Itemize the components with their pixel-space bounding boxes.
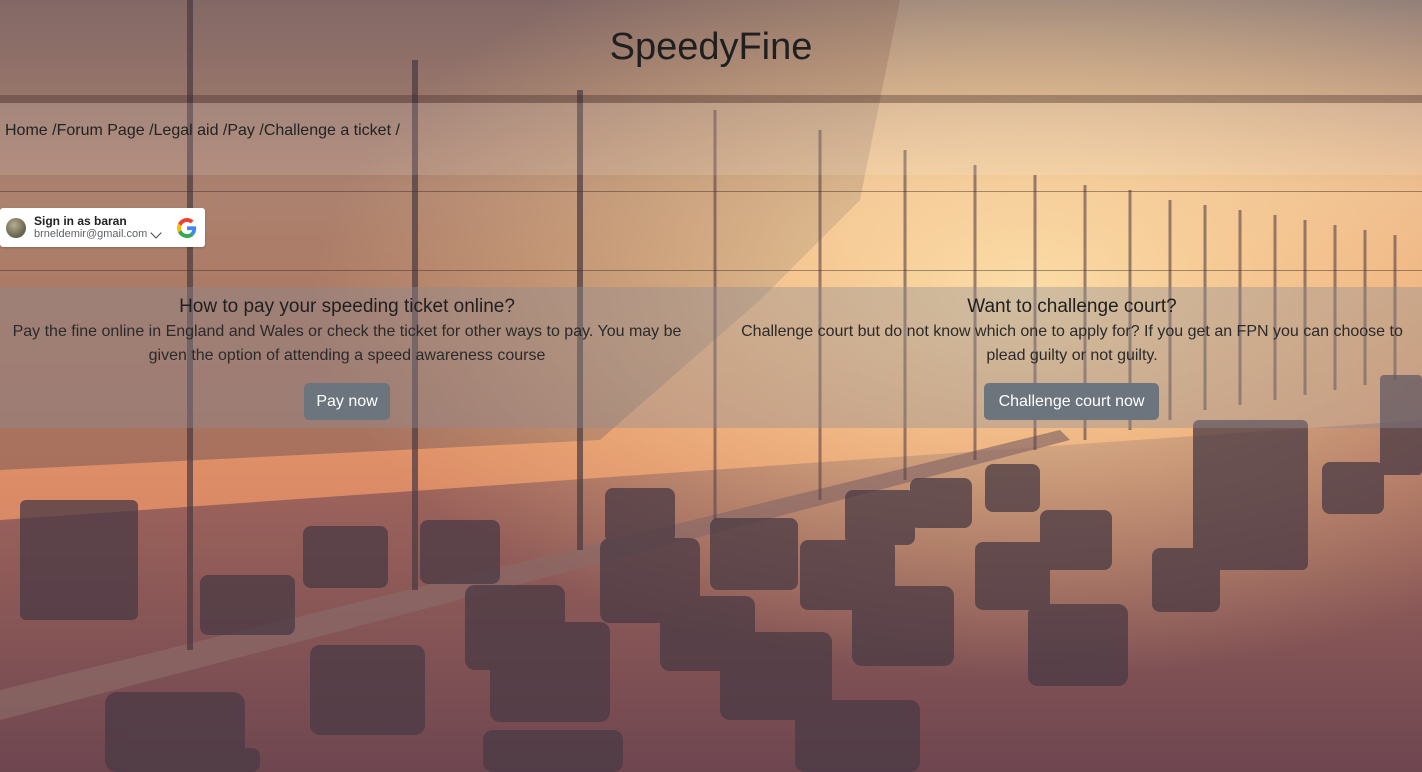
- signin-email: brneldemir@gmail.com: [34, 227, 148, 240]
- site-title: SpeedyFine: [609, 26, 813, 68]
- google-logo-icon: [177, 218, 197, 238]
- breadcrumb-forum-page[interactable]: Forum Page /: [57, 122, 154, 140]
- google-signin-text: Sign in as baran brneldemir@gmail.com: [34, 213, 148, 241]
- challenge-court-button[interactable]: Challenge court now: [984, 383, 1159, 420]
- signin-name: Sign in as baran: [34, 213, 127, 228]
- chevron-down-icon[interactable]: [150, 226, 162, 239]
- breadcrumb: Home / Forum Page / Legal aid / Pay / Ch…: [5, 122, 400, 140]
- court-heading: Want to challenge court?: [967, 296, 1177, 317]
- pay-now-button[interactable]: Pay now: [304, 383, 390, 420]
- pay-description: Pay the fine online in England and Wales…: [12, 323, 682, 364]
- title-divider: [0, 95, 1422, 103]
- breadcrumb-pay[interactable]: Pay /: [227, 122, 263, 140]
- divider: [0, 270, 1422, 271]
- breadcrumb-legal-aid[interactable]: Legal aid /: [154, 122, 228, 140]
- pay-section: How to pay your speeding ticket online? …: [0, 296, 694, 368]
- court-section: Want to challenge court? Challenge court…: [722, 296, 1422, 368]
- google-signin-button[interactable]: Sign in as baran brneldemir@gmail.com: [0, 208, 205, 247]
- divider: [0, 191, 1422, 192]
- court-description: Challenge court but do not know which on…: [741, 323, 1403, 364]
- avatar: [6, 217, 26, 238]
- breadcrumb-challenge-a-ticket[interactable]: Challenge a ticket /: [264, 122, 400, 140]
- breadcrumb-home[interactable]: Home /: [5, 122, 57, 140]
- pay-heading: How to pay your speeding ticket online?: [179, 296, 515, 317]
